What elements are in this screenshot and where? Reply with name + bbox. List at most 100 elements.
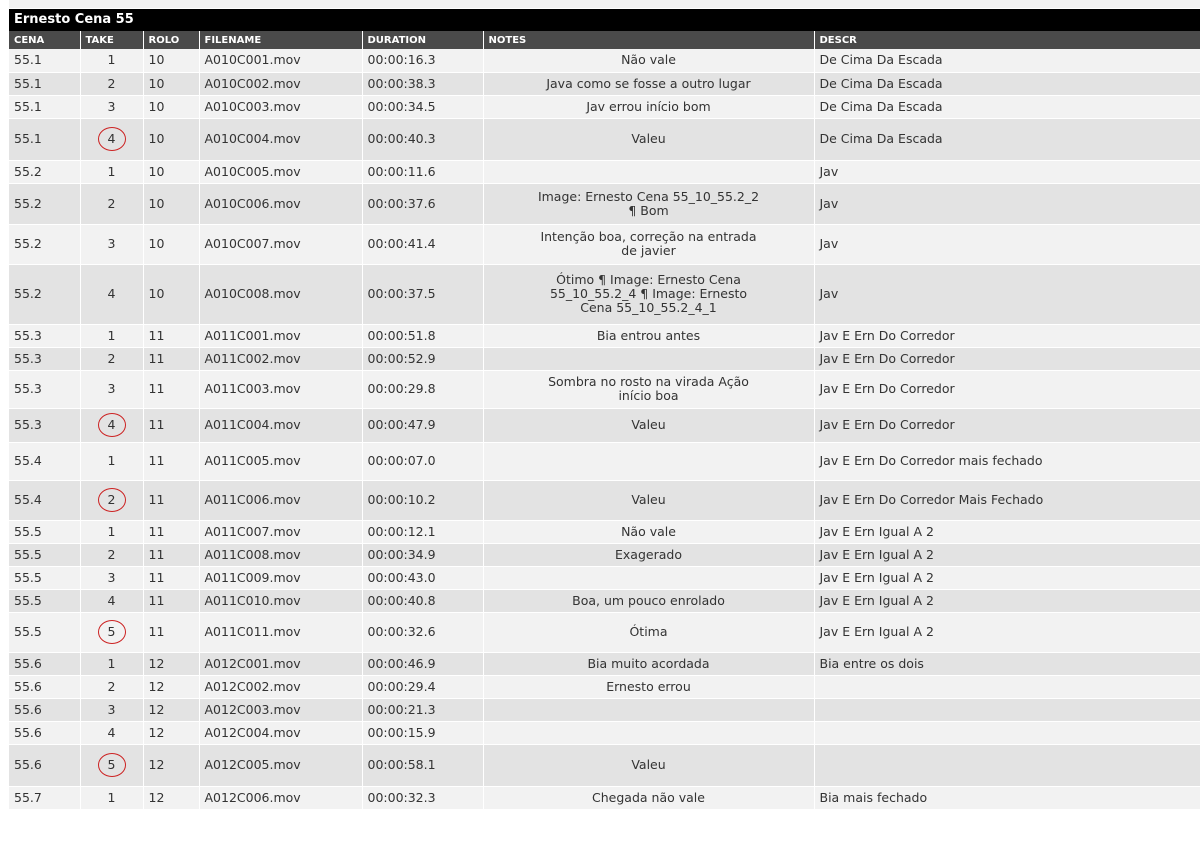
top-strip <box>9 0 1200 9</box>
table-row[interactable]: 55.6 2 12 A012C002.mov 00:00:29.4 Ernesto err… <box>9 675 1200 699</box>
cell-filename: A012C003.mov <box>199 698 363 722</box>
cell-cena-text: 55.5 <box>14 624 42 639</box>
cell-filename: A010C002.mov <box>199 72 363 96</box>
cell-cena-text: 55.7 <box>14 789 42 805</box>
notes-text: Exagerado <box>615 546 682 562</box>
cell-cena: 55.1 <box>9 72 81 96</box>
table-row[interactable]: 55.4 1 11 A011C005.mov 00:00:07.0 Jav E Ern D… <box>9 442 1200 481</box>
cell-descr: Jav E Ern Igual A 2 <box>814 589 1200 613</box>
table-row[interactable]: 55.7 1 12 A012C006.mov 00:00:32.3 Chegada não… <box>9 786 1200 810</box>
cell-take: 4 <box>80 118 144 161</box>
cell-filename: A010C003.mov <box>199 95 363 119</box>
cell-descr: De Cima Da Escada <box>814 72 1200 96</box>
cell-duration-text: 00:00:38.3 <box>367 75 436 91</box>
cell-notes: Ótimo ¶ Image: Ernesto Cena 55_10_55.2_4… <box>483 264 815 325</box>
cell-cena: 55.5 <box>9 589 81 613</box>
table-row[interactable]: 55.2 1 10 A010C005.mov 00:00:11.6 Jav <box>9 160 1200 184</box>
cell-take-text: 3 <box>107 236 116 251</box>
cell-notes: Chegada não vale <box>483 786 815 810</box>
notes-text: Valeu <box>631 417 666 432</box>
cell-rolo-text: 12 <box>148 789 165 805</box>
cell-rolo: 11 <box>143 370 200 409</box>
cell-descr-text: Jav <box>819 286 839 301</box>
cell-duration-text: 00:00:47.9 <box>367 417 436 432</box>
cell-notes: Java como se fosse a outro lugar <box>483 72 815 96</box>
table-row[interactable]: 55.2 4 10 A010C008.mov 00:00:37.5 Ótimo ¶ Ima… <box>9 264 1200 325</box>
table-row[interactable]: 55.6 1 12 A012C001.mov 00:00:46.9 Bia muito a… <box>9 652 1200 676</box>
cell-filename: A010C001.mov <box>199 49 363 73</box>
cell-duration-text: 00:00:40.8 <box>367 592 436 608</box>
table-row[interactable]: 55.1 4 10 A010C004.mov 00:00:40.3 Valeu De Cim… <box>9 118 1200 161</box>
col-header-descr[interactable]: DESCR <box>814 31 1200 49</box>
cell-filename-text: A010C001.mov <box>204 52 301 68</box>
cell-descr-text: Jav <box>819 236 839 251</box>
cell-filename-text: A010C006.mov <box>204 195 301 211</box>
table-row[interactable]: 55.1 2 10 A010C002.mov 00:00:38.3 Java como s… <box>9 72 1200 96</box>
cell-duration: 00:00:38.3 <box>362 72 484 96</box>
table-row[interactable]: 55.5 5 11 A011C011.mov 00:00:32.6 Ótima Jav E … <box>9 612 1200 653</box>
table-row[interactable]: 55.5 1 11 A011C007.mov 00:00:12.1 Não vale Jav… <box>9 520 1200 544</box>
cell-cena: 55.2 <box>9 183 81 225</box>
table-row[interactable]: 55.3 3 11 A011C003.mov 00:00:29.8 Sombra no r… <box>9 370 1200 409</box>
cell-cena-text: 55.1 <box>14 98 42 114</box>
table-row[interactable]: 55.3 1 11 A011C001.mov 00:00:51.8 Bia entrou … <box>9 324 1200 348</box>
col-header-cena[interactable]: CENA <box>9 31 81 49</box>
cell-cena-text: 55.6 <box>14 757 42 772</box>
cell-descr-text: Jav E Ern Do Corredor <box>819 381 955 396</box>
notes-text: Valeu <box>631 757 666 772</box>
cell-descr <box>814 675 1200 699</box>
table-header-row: CENA TAKE ROLO FILENAME DURATION NOTES D… <box>9 31 1200 49</box>
table-row[interactable]: 55.2 2 10 A010C006.mov 00:00:37.6 Image: Erne… <box>9 183 1200 225</box>
table-row[interactable]: 55.6 3 12 A012C003.mov 00:00:21.3 <box>9 698 1200 722</box>
cell-duration: 00:00:52.9 <box>362 347 484 371</box>
cell-take: 3 <box>80 224 144 265</box>
cell-notes: Image: Ernesto Cena 55_10_55.2_2 ¶ Bom <box>483 183 815 225</box>
col-header-rolo[interactable]: ROLO <box>143 31 200 49</box>
table-row[interactable]: 55.5 3 11 A011C009.mov 00:00:43.0 Jav E Ern I… <box>9 566 1200 590</box>
cell-duration: 00:00:29.4 <box>362 675 484 699</box>
cell-duration-text: 00:00:16.3 <box>367 52 436 68</box>
cell-filename-text: A011C011.mov <box>204 624 301 639</box>
table-row[interactable]: 55.1 1 10 A010C001.mov 00:00:16.3 Não vale De … <box>9 49 1200 73</box>
table-row[interactable]: 55.2 3 10 A010C007.mov 00:00:41.4 Intenção bo… <box>9 224 1200 265</box>
cell-cena-text: 55.1 <box>14 75 42 91</box>
table-row[interactable]: 55.1 3 10 A010C003.mov 00:00:34.5 Jav errou i… <box>9 95 1200 119</box>
table-row[interactable]: 55.5 4 11 A011C010.mov 00:00:40.8 Boa, um pou… <box>9 589 1200 613</box>
cell-cena-text: 55.3 <box>14 417 42 432</box>
col-header-duration[interactable]: DURATION <box>362 31 484 49</box>
cell-descr <box>814 744 1200 787</box>
cell-notes <box>483 442 815 481</box>
table-row[interactable]: 55.3 4 11 A011C004.mov 00:00:47.9 Valeu Jav E … <box>9 408 1200 443</box>
cell-take: 3 <box>80 698 144 722</box>
cell-take-text: 3 <box>107 701 116 717</box>
cell-cena-text: 55.6 <box>14 724 42 740</box>
cell-duration-text: 00:00:11.6 <box>367 163 436 179</box>
table-row[interactable]: 55.6 5 12 A012C005.mov 00:00:58.1 Valeu <box>9 744 1200 787</box>
table-row[interactable]: 55.4 2 11 A011C006.mov 00:00:10.2 Valeu Jav E … <box>9 480 1200 521</box>
cell-take: 5 <box>80 612 144 653</box>
table-row[interactable]: 55.3 2 11 A011C002.mov 00:00:52.9 Jav E Ern D… <box>9 347 1200 371</box>
cell-descr <box>814 721 1200 745</box>
cell-cena-text: 55.6 <box>14 655 42 671</box>
cell-filename-text: A012C006.mov <box>204 789 301 805</box>
table-row[interactable]: 55.6 4 12 A012C004.mov 00:00:15.9 <box>9 721 1200 745</box>
cell-filename: A010C005.mov <box>199 160 363 184</box>
cell-descr-text: Jav E Ern Igual A 2 <box>819 592 934 608</box>
cell-rolo-text: 11 <box>148 569 165 585</box>
table-row[interactable]: 55.5 2 11 A011C008.mov 00:00:34.9 Exagerado Ja… <box>9 543 1200 567</box>
col-header-take[interactable]: TAKE <box>80 31 144 49</box>
col-header-filename[interactable]: FILENAME <box>199 31 363 49</box>
cell-take-text: 2 <box>107 350 116 366</box>
cell-cena: 55.1 <box>9 95 81 119</box>
notes-text: Java como se fosse a outro lugar <box>546 75 751 91</box>
cell-rolo-text: 12 <box>148 655 165 671</box>
cell-filename: A012C001.mov <box>199 652 363 676</box>
take-log-sheet: Ernesto Cena 55 CENA TAKE ROLO FILENAME … <box>9 0 1200 810</box>
cell-filename: A011C008.mov <box>199 543 363 567</box>
cell-cena-text: 55.6 <box>14 701 42 717</box>
col-header-notes[interactable]: NOTES <box>483 31 815 49</box>
cell-descr-text: De Cima Da Escada <box>819 52 943 68</box>
cell-take: 1 <box>80 520 144 544</box>
cell-duration-text: 00:00:34.9 <box>367 546 436 562</box>
cell-cena-text: 55.5 <box>14 523 42 539</box>
